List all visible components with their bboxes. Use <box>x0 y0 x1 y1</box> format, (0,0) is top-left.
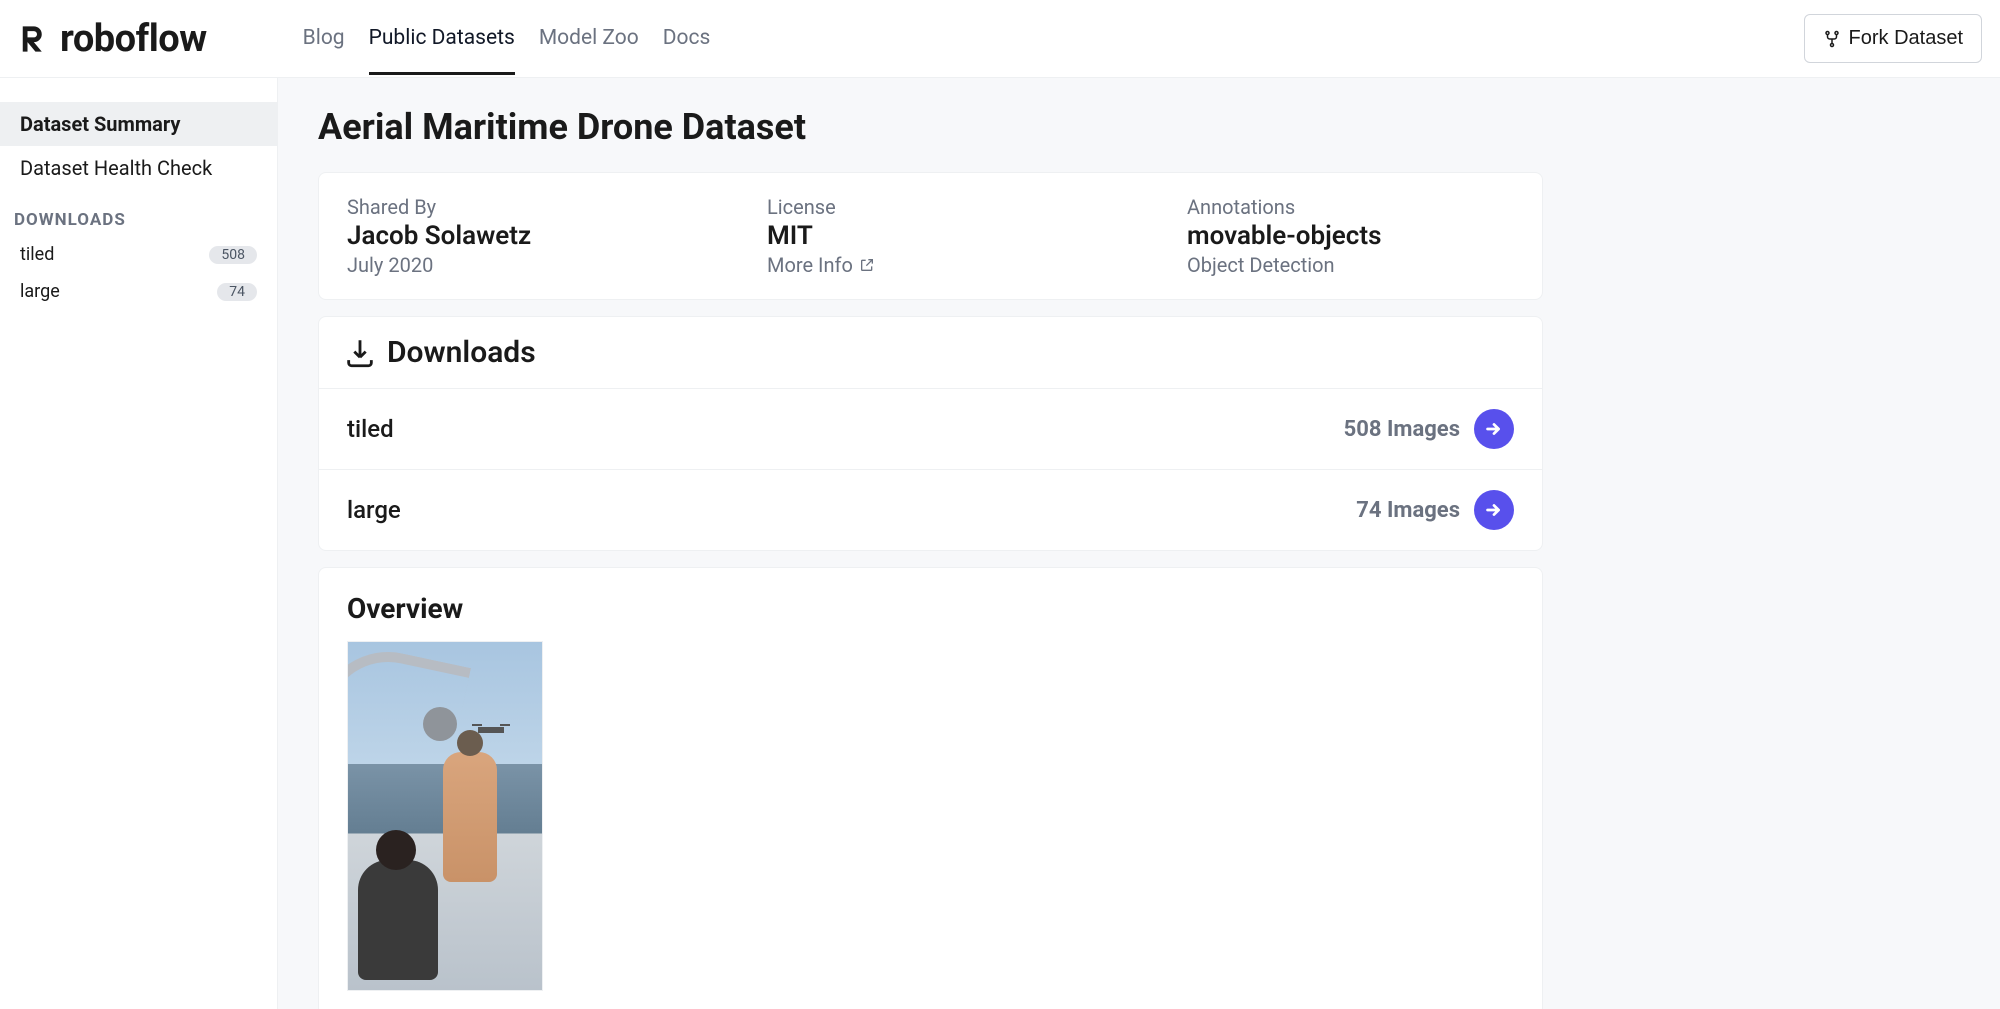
meta-value: MIT <box>767 221 1107 251</box>
meta-label: Annotations <box>1187 195 1527 219</box>
fork-dataset-button[interactable]: Fork Dataset <box>1804 14 1982 63</box>
meta-sub: Object Detection <box>1187 253 1527 277</box>
sidebar-download-name: large <box>20 281 60 302</box>
main-content: Aerial Maritime Drone Dataset Shared By … <box>278 78 2000 1009</box>
download-name: tiled <box>347 415 394 443</box>
sidebar-downloads-heading: DOWNLOADS <box>0 190 277 236</box>
downloads-title: Downloads <box>387 335 536 370</box>
meta-sub: July 2020 <box>347 253 687 277</box>
top-nav: Blog Public Datasets Model Zoo Docs <box>303 2 711 75</box>
sidebar-item-summary[interactable]: Dataset Summary <box>0 102 277 146</box>
meta-label: License <box>767 195 1107 219</box>
person-shape <box>443 752 497 882</box>
sidebar-item-label: Dataset Health Check <box>20 156 212 180</box>
meta-sub-text: More Info <box>767 253 853 277</box>
download-name: large <box>347 496 401 524</box>
sidebar-item-label: Dataset Summary <box>20 112 180 136</box>
sidebar-download-large[interactable]: large 74 <box>0 273 277 310</box>
meta-card: Shared By Jacob Solawetz July 2020 Licen… <box>318 172 1543 300</box>
arrow-right-icon <box>1483 499 1505 521</box>
roboflow-logo-icon <box>18 20 56 58</box>
nav-blog[interactable]: Blog <box>303 2 345 75</box>
sidebar-download-name: tiled <box>20 244 54 265</box>
download-icon <box>343 336 377 370</box>
downloads-card: Downloads tiled 508 Images large 74 Imag… <box>318 316 1543 551</box>
fork-button-label: Fork Dataset <box>1849 27 1963 50</box>
overview-image <box>347 641 543 991</box>
person-shape <box>358 860 438 980</box>
external-link-icon <box>859 257 875 273</box>
meta-label: Shared By <box>347 195 687 219</box>
sidebar: Dataset Summary Dataset Health Check DOW… <box>0 78 278 1009</box>
boat-ball-shape <box>423 707 457 741</box>
sidebar-download-count-badge: 508 <box>209 246 257 264</box>
overview-title: Overview <box>347 592 1514 625</box>
meta-shared-by: Shared By Jacob Solawetz July 2020 <box>347 195 687 277</box>
download-arrow-button[interactable] <box>1474 409 1514 449</box>
logo[interactable]: roboflow <box>18 17 207 61</box>
page-title: Aerial Maritime Drone Dataset <box>318 106 1960 148</box>
downloads-header: Downloads <box>319 317 1542 388</box>
meta-value: movable-objects <box>1187 221 1527 251</box>
sidebar-download-count-badge: 74 <box>217 283 257 301</box>
meta-annotations: Annotations movable-objects Object Detec… <box>1187 195 1527 277</box>
nav-docs[interactable]: Docs <box>663 2 711 75</box>
download-arrow-button[interactable] <box>1474 490 1514 530</box>
brand-text: roboflow <box>60 17 207 61</box>
fork-icon <box>1823 30 1841 48</box>
meta-value: Jacob Solawetz <box>347 221 687 251</box>
download-count: 74 Images <box>1356 498 1460 523</box>
download-count: 508 Images <box>1344 417 1460 442</box>
topbar: roboflow Blog Public Datasets Model Zoo … <box>0 0 2000 78</box>
drone-shape <box>478 727 504 733</box>
sidebar-item-health-check[interactable]: Dataset Health Check <box>0 146 277 190</box>
download-row-tiled[interactable]: tiled 508 Images <box>319 388 1542 469</box>
meta-license: License MIT More Info <box>767 195 1107 277</box>
meta-more-info-link[interactable]: More Info <box>767 253 1107 277</box>
download-row-large[interactable]: large 74 Images <box>319 469 1542 550</box>
arrow-right-icon <box>1483 418 1505 440</box>
nav-public-datasets[interactable]: Public Datasets <box>369 2 515 75</box>
overview-card: Overview <box>318 567 1543 1009</box>
sidebar-download-tiled[interactable]: tiled 508 <box>0 236 277 273</box>
nav-model-zoo[interactable]: Model Zoo <box>539 2 639 75</box>
